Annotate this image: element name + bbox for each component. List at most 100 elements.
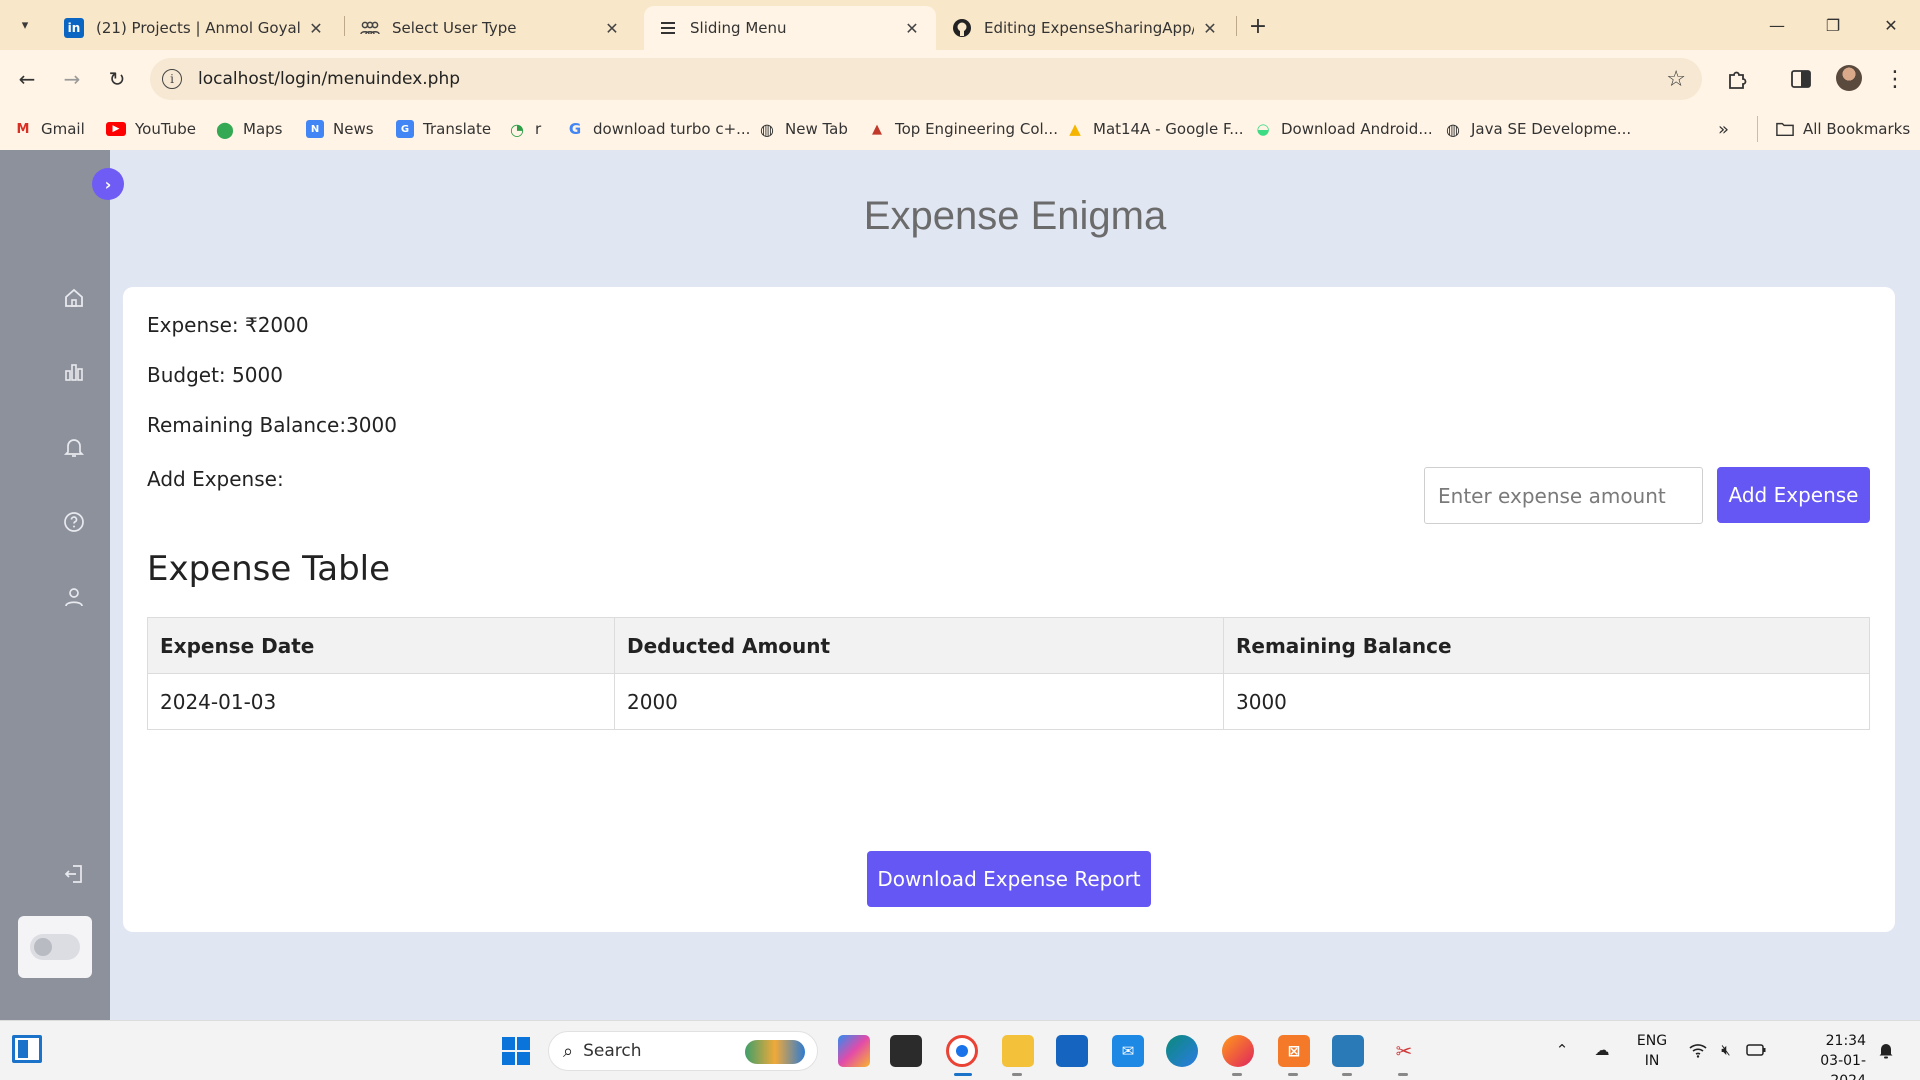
tab-sliding-menu[interactable]: Sliding Menu ✕ — [644, 6, 936, 50]
expense-table: Expense Date Deducted Amount Remaining B… — [147, 617, 1870, 730]
bell-icon[interactable] — [58, 431, 90, 463]
search-icon: ⌕ — [563, 1040, 574, 1062]
globe-icon: ◍ — [760, 119, 774, 139]
table-header-row: Expense Date Deducted Amount Remaining B… — [147, 617, 1870, 674]
column-header: Expense Date — [147, 617, 615, 674]
more-menu-icon[interactable]: ⋮ — [1880, 64, 1910, 94]
bookmark-download-android[interactable]: ◒ Download Android... — [1254, 116, 1432, 142]
reload-icon[interactable]: ↻ — [100, 62, 134, 96]
store-icon[interactable] — [1056, 1035, 1088, 1067]
column-header: Deducted Amount — [614, 617, 1224, 674]
tab-search-button[interactable]: ▾ — [8, 8, 42, 42]
active-app-indicator — [954, 1073, 972, 1076]
toggle-switch[interactable] — [30, 934, 80, 960]
language-indicator[interactable]: ENG IN — [1630, 1031, 1674, 1071]
bookmark-youtube[interactable]: ▶ YouTube — [106, 116, 196, 142]
bookmark-label: News — [333, 120, 374, 138]
forward-icon[interactable]: → — [55, 62, 89, 96]
tray-overflow-icon[interactable]: ⌃ — [1550, 1035, 1574, 1065]
tab-linkedin[interactable]: in (21) Projects | Anmol Goyal | Lin ✕ — [50, 6, 340, 50]
profile-avatar[interactable] — [1836, 65, 1862, 91]
close-icon[interactable]: ✕ — [1200, 18, 1220, 38]
bookmark-translate[interactable]: G Translate — [396, 116, 491, 142]
chart-icon[interactable] — [58, 356, 90, 388]
url-text[interactable]: localhost/login/menuindex.php — [198, 69, 460, 89]
tab-select-user-type[interactable]: Select User Type ✕ — [346, 6, 636, 50]
back-icon[interactable]: ← — [10, 62, 44, 96]
start-icon[interactable] — [500, 1035, 532, 1067]
snipping-tool-icon[interactable]: ✂ — [1388, 1035, 1420, 1067]
bookmarks-divider — [1757, 116, 1758, 142]
side-panel-icon[interactable] — [1786, 64, 1816, 94]
chrome-icon[interactable] — [946, 1035, 978, 1067]
wifi-icon[interactable] — [1686, 1035, 1710, 1065]
notification-bell-icon[interactable] — [1874, 1035, 1898, 1065]
search-label: Search — [583, 1041, 642, 1061]
volume-muted-icon[interactable]: 🔇︎ — [1714, 1035, 1738, 1065]
app-indicator — [1232, 1073, 1242, 1076]
table-row: 2024-01-03 2000 3000 — [147, 673, 1870, 730]
window-close-icon[interactable]: ✕ — [1876, 10, 1906, 40]
bookmark-r[interactable]: ◔ r — [508, 116, 541, 142]
clock-time: 21:34 — [1825, 1033, 1866, 1049]
close-icon[interactable]: ✕ — [306, 18, 326, 38]
bookmark-label: Top Engineering Col... — [895, 120, 1058, 138]
expense-amount-input[interactable] — [1424, 467, 1703, 524]
firefox-icon[interactable] — [1222, 1035, 1254, 1067]
minimize-icon[interactable]: — — [1762, 10, 1792, 40]
dark-mode-toggle[interactable] — [18, 916, 92, 978]
maps-icon: ⬤ — [216, 119, 234, 139]
bookmark-maps[interactable]: ⬤ Maps — [216, 116, 282, 142]
more-bookmarks-icon[interactable]: » — [1718, 116, 1729, 142]
mail-icon[interactable]: ✉ — [1112, 1035, 1144, 1067]
restore-icon[interactable]: ❐ — [1818, 10, 1848, 40]
tab-title: Select User Type — [392, 19, 517, 37]
edge-icon[interactable] — [1166, 1035, 1198, 1067]
bookmark-new-tab[interactable]: ◍ New Tab — [758, 116, 848, 142]
home-icon[interactable] — [58, 282, 90, 314]
bookmark-java-se[interactable]: ◍ Java SE Developme... — [1444, 116, 1631, 142]
copilot-icon[interactable] — [838, 1035, 870, 1067]
android-icon: ◒ — [1256, 120, 1270, 138]
add-expense-button[interactable]: Add Expense — [1717, 467, 1870, 523]
file-explorer-icon[interactable] — [1002, 1035, 1034, 1067]
drive-icon: ▲ — [1069, 120, 1081, 138]
logout-icon[interactable] — [58, 858, 90, 890]
tab-title: Sliding Menu — [690, 19, 787, 37]
task-view-icon[interactable] — [890, 1035, 922, 1067]
tab-divider — [344, 16, 345, 36]
new-tab-button[interactable]: + — [1244, 12, 1272, 40]
onedrive-icon[interactable]: ☁ — [1590, 1035, 1614, 1065]
bookmark-news[interactable]: N News — [306, 116, 374, 142]
extensions-icon[interactable] — [1722, 64, 1752, 94]
clock-date: 03-01-2024 — [1820, 1053, 1866, 1080]
bookmark-top-engineering[interactable]: ▲ Top Engineering Col... — [868, 116, 1058, 142]
xampp-icon[interactable]: ⊠ — [1278, 1035, 1310, 1067]
bookmark-gmail[interactable]: M Gmail — [14, 116, 85, 142]
bookmark-mat14a[interactable]: ▲ Mat14A - Google F... — [1066, 116, 1243, 142]
remaining-balance: Remaining Balance:3000 — [147, 413, 397, 437]
close-icon[interactable]: ✕ — [902, 18, 922, 38]
site-info-icon[interactable]: i — [162, 69, 182, 89]
tab-github[interactable]: Editing ExpenseSharingApp/RE ✕ — [938, 6, 1234, 50]
battery-icon[interactable] — [1744, 1035, 1768, 1065]
region-code: IN — [1644, 1053, 1660, 1069]
close-icon[interactable]: ✕ — [602, 18, 622, 38]
app-indicator — [1398, 1073, 1408, 1076]
notepad-icon[interactable] — [1332, 1035, 1364, 1067]
tab-title: (21) Projects | Anmol Goyal | Lin — [96, 19, 300, 37]
language-code: ENG — [1636, 1033, 1668, 1049]
all-bookmarks[interactable]: All Bookmarks — [1776, 116, 1910, 142]
system-clock[interactable]: 21:34 03-01-2024 — [1786, 1031, 1866, 1080]
bookmark-star-icon[interactable]: ☆ — [1666, 67, 1686, 92]
add-expense-label: Add Expense: — [147, 467, 284, 491]
widgets-icon[interactable] — [12, 1035, 42, 1063]
bookmarks-bar: M Gmail ▶ YouTube ⬤ Maps N News G Transl… — [0, 108, 1920, 150]
bookmark-download-turbo[interactable]: G download turbo c+... — [566, 116, 751, 142]
address-bar[interactable]: i localhost/login/menuindex.php ☆ — [150, 58, 1702, 100]
taskbar-search[interactable]: ⌕ Search — [548, 1031, 818, 1071]
help-icon[interactable] — [58, 506, 90, 538]
page-content: › Expense Enigma Expense: ₹2000 Budget: … — [0, 150, 1920, 1020]
download-report-button[interactable]: Download Expense Report — [867, 851, 1151, 907]
user-icon[interactable] — [58, 581, 90, 613]
